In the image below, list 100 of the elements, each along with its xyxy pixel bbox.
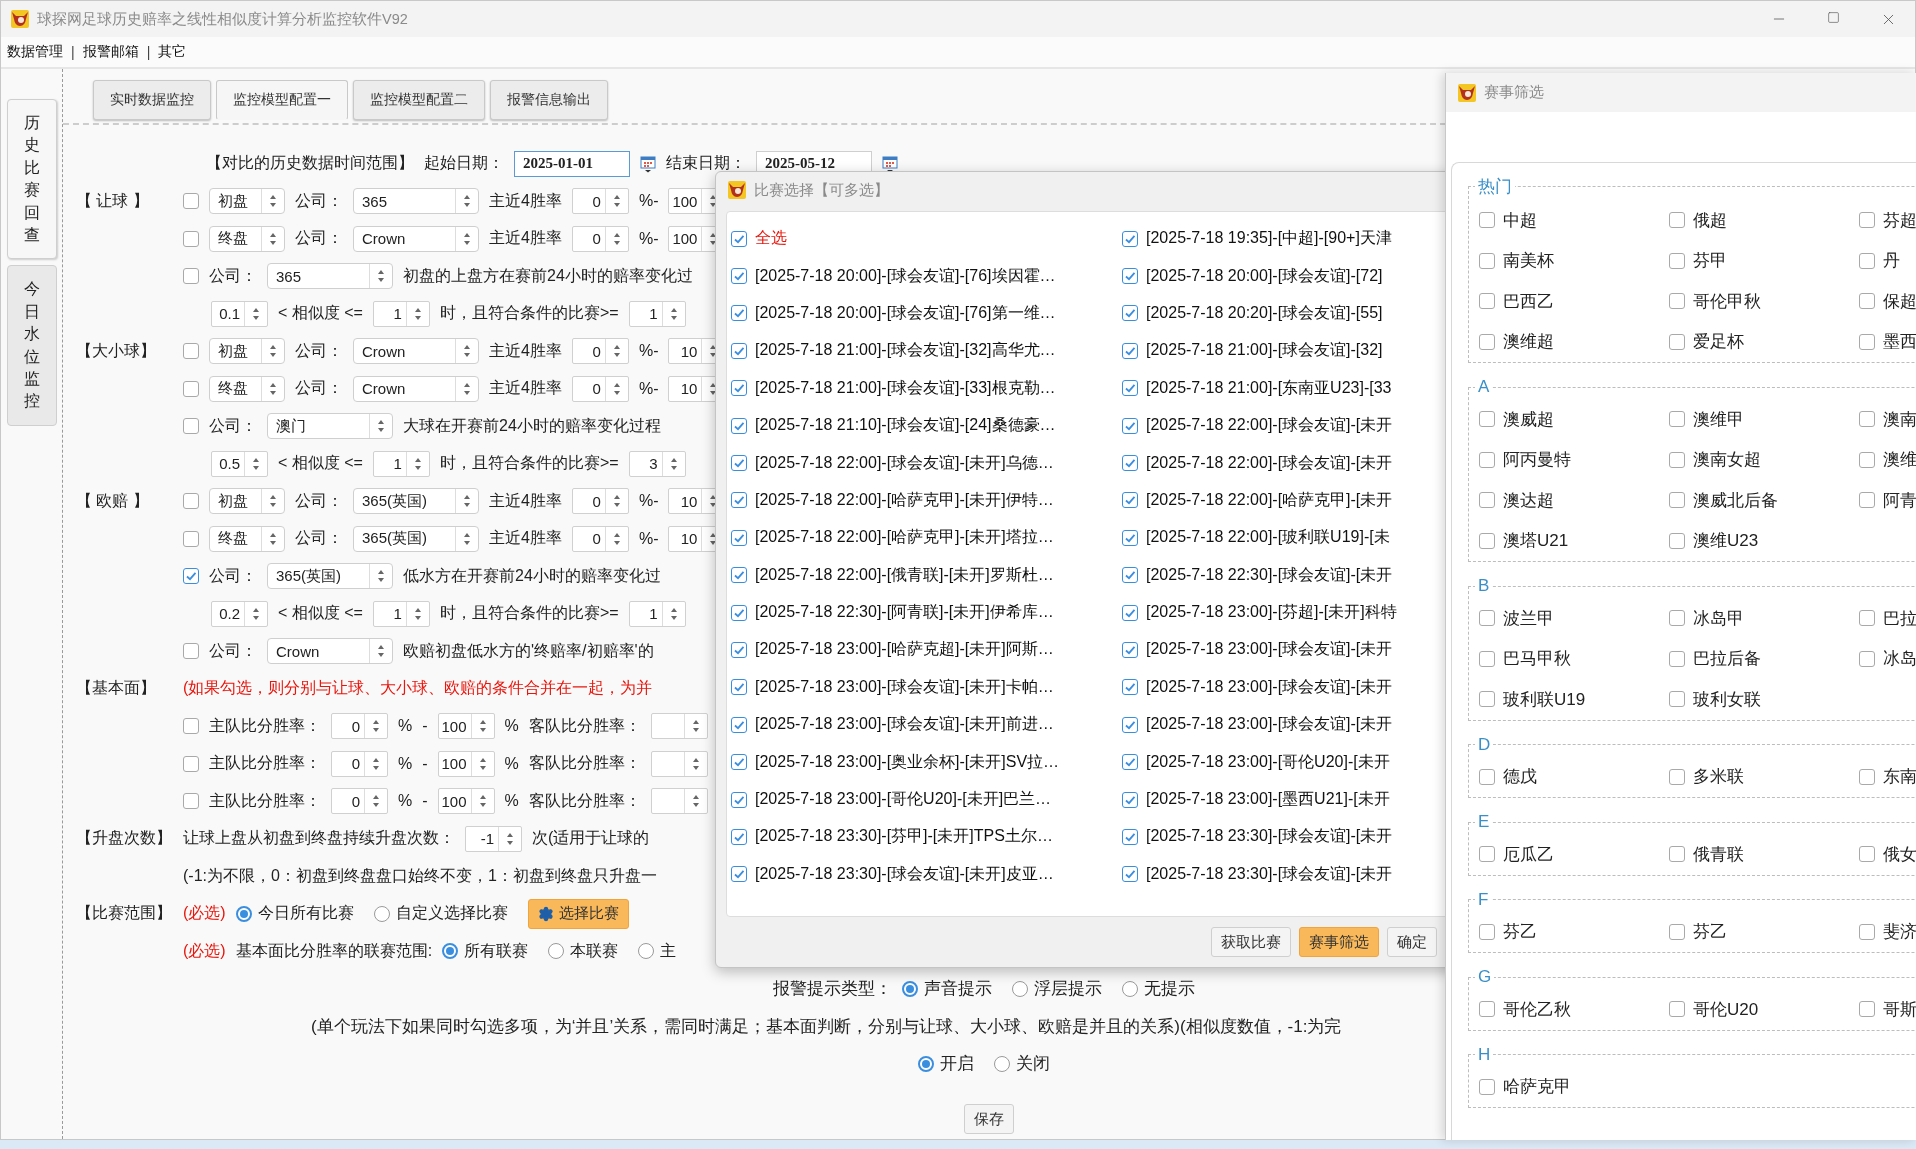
radio-button[interactable] <box>442 943 459 960</box>
checkbox[interactable] <box>1479 1078 1495 1095</box>
checkbox[interactable] <box>1122 754 1138 771</box>
checkbox[interactable] <box>1669 650 1685 667</box>
checkbox[interactable] <box>1122 866 1138 883</box>
dialog-button[interactable]: 确定 <box>1387 927 1437 957</box>
checkbox[interactable] <box>731 754 747 771</box>
date-field[interactable]: 2025-01-01 <box>514 150 630 177</box>
dropdown[interactable]: 365(英国) <box>353 488 479 515</box>
checkbox[interactable] <box>731 679 747 696</box>
checkbox[interactable] <box>1122 642 1138 658</box>
spin-field[interactable]: 3 <box>628 450 686 477</box>
radio-button[interactable] <box>1012 980 1028 997</box>
checkbox[interactable] <box>731 230 747 247</box>
checkbox[interactable] <box>1859 923 1875 940</box>
dropdown[interactable]: Crown <box>353 375 479 402</box>
checkbox[interactable] <box>183 343 199 360</box>
checkbox[interactable] <box>1859 212 1875 229</box>
spin-field[interactable]: 0.1 <box>211 300 268 327</box>
checkbox[interactable] <box>1669 691 1685 708</box>
checkbox[interactable] <box>183 755 199 772</box>
spin-field[interactable]: 100 <box>437 713 495 740</box>
checkbox[interactable] <box>1122 380 1138 397</box>
spin-field[interactable]: 0 <box>571 338 629 365</box>
spin-field[interactable]: 1 <box>372 300 430 327</box>
calendar-icon[interactable] <box>882 154 898 173</box>
spin-field[interactable]: 0 <box>571 525 629 552</box>
checkbox[interactable] <box>1859 293 1875 310</box>
checkbox[interactable] <box>1122 455 1138 472</box>
spin-field[interactable]: 0 <box>331 788 388 815</box>
menu-item[interactable]: 数据管理 <box>7 43 63 61</box>
checkbox[interactable] <box>1479 212 1495 229</box>
checkbox[interactable] <box>183 793 199 810</box>
checkbox[interactable] <box>1479 846 1495 863</box>
dropdown[interactable]: 终盘 <box>209 525 285 552</box>
checkbox[interactable] <box>183 230 199 247</box>
checkbox[interactable] <box>1859 610 1875 627</box>
checkbox[interactable] <box>731 567 747 584</box>
dropdown[interactable]: 365(英国) <box>353 525 479 552</box>
checkbox[interactable] <box>731 866 747 883</box>
tab[interactable]: 实时数据监控 <box>93 80 211 120</box>
spin-field[interactable]: 0.2 <box>211 600 268 627</box>
spin-field[interactable] <box>650 788 708 815</box>
spin-field[interactable]: 0 <box>331 713 388 740</box>
tab[interactable]: 监控模型配置一 <box>216 80 348 120</box>
checkbox[interactable] <box>1479 1001 1495 1018</box>
dropdown[interactable]: 初盘 <box>209 488 285 515</box>
dropdown[interactable]: Crown <box>267 638 393 665</box>
checkbox[interactable] <box>183 380 199 397</box>
calendar-icon[interactable] <box>640 154 656 173</box>
spin-field[interactable]: 0 <box>571 375 629 402</box>
checkbox[interactable] <box>1479 650 1495 667</box>
checkbox[interactable] <box>1669 451 1685 468</box>
checkbox[interactable] <box>1479 610 1495 627</box>
checkbox[interactable] <box>1122 417 1138 434</box>
checkbox[interactable] <box>731 642 747 658</box>
checkbox[interactable] <box>1479 451 1495 468</box>
checkbox[interactable] <box>1669 923 1685 940</box>
checkbox[interactable] <box>1859 252 1875 269</box>
checkbox[interactable] <box>731 305 747 322</box>
checkbox[interactable] <box>1479 691 1495 708</box>
checkbox[interactable] <box>1122 716 1138 733</box>
menu-item[interactable]: 其它 <box>158 43 187 61</box>
radio-button[interactable] <box>373 905 390 922</box>
radio-button[interactable] <box>902 980 918 997</box>
radio-button[interactable] <box>918 1055 934 1072</box>
dropdown[interactable]: 终盘 <box>209 375 285 402</box>
spin-field[interactable]: 0 <box>571 188 629 215</box>
checkbox[interactable] <box>1859 650 1875 667</box>
checkbox[interactable] <box>1669 212 1685 229</box>
checkbox[interactable] <box>183 718 199 735</box>
checkbox[interactable] <box>1122 230 1138 247</box>
tab[interactable]: 报警信息输出 <box>490 80 608 120</box>
checkbox[interactable] <box>731 455 747 472</box>
spin-field[interactable]: 0 <box>571 225 629 252</box>
spin-field[interactable] <box>650 713 708 740</box>
radio-button[interactable] <box>1122 980 1138 997</box>
spin-field[interactable]: 1 <box>372 600 430 627</box>
dropdown[interactable]: 初盘 <box>209 188 285 215</box>
checkbox[interactable] <box>1669 293 1685 310</box>
checkbox[interactable] <box>183 568 199 585</box>
dropdown[interactable]: 365 <box>353 188 479 215</box>
spin-field[interactable]: -1 <box>465 825 522 852</box>
checkbox[interactable] <box>1669 1001 1685 1018</box>
checkbox[interactable] <box>1669 610 1685 627</box>
checkbox[interactable] <box>1479 768 1495 785</box>
checkbox[interactable] <box>731 417 747 434</box>
checkbox[interactable] <box>183 418 199 435</box>
spin-field[interactable]: 0 <box>571 488 629 515</box>
dropdown[interactable]: Crown <box>353 338 479 365</box>
dropdown[interactable]: 365(英国) <box>267 563 393 590</box>
checkbox[interactable] <box>1122 529 1138 546</box>
checkbox[interactable] <box>1479 411 1495 428</box>
radio-button[interactable] <box>235 905 252 922</box>
side-tab[interactable]: 历史比赛回查 <box>6 99 57 260</box>
dropdown[interactable]: Crown <box>353 225 479 252</box>
checkbox[interactable] <box>1122 604 1138 621</box>
action-button[interactable]: 选择比赛 <box>527 898 629 929</box>
checkbox[interactable] <box>731 604 747 621</box>
dropdown[interactable]: 澳门 <box>267 413 393 440</box>
